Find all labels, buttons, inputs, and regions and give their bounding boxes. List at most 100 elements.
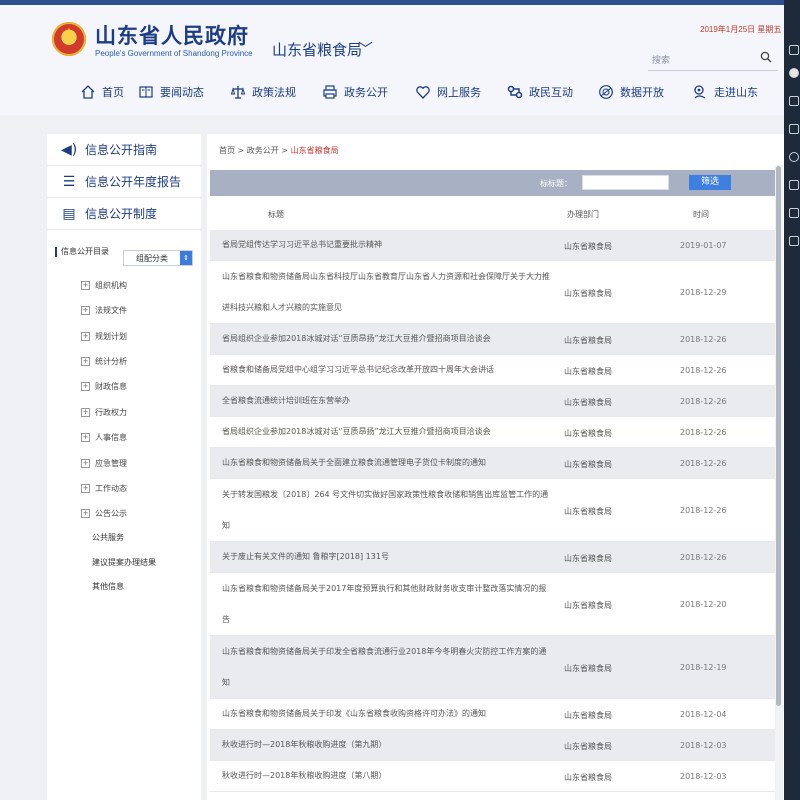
table-row[interactable]: 关于转发国粮发〔2018〕264 号文件切实做好国家政策性粮食收储和销售出库监管… [210,479,780,542]
row-title[interactable]: 省局组织企业参加2018冰城对话“豆质昂扬”龙江大豆推介暨招商项目洽谈会 [222,417,552,447]
expand-plus-icon[interactable]: + [81,357,90,366]
row-title[interactable]: 山东省粮食和物资储备局山东省科技厅山东省教育厅山东省人力资源和社会保障厅关于大力… [222,261,552,323]
row-dept: 山东省粮食局 [564,773,612,782]
tree-label: 应急管理 [95,459,127,468]
table-row[interactable]: 全省粮食流通统计培训班在东营举办 山东省粮食局 2018-12-26 [210,386,780,417]
row-dept: 山东省粮食局 [564,554,612,563]
expand-plus-icon[interactable]: + [81,408,90,417]
table-row[interactable]: 省局组织企业参加2018冰城对话“豆质昂扬”龙江大豆推介暨招商项目洽谈会 山东省… [210,324,780,355]
chevron-down-icon[interactable]: ﹀ [358,38,373,59]
tree-item[interactable]: + 法规文件 [81,305,127,316]
tree-item[interactable]: + 人事信息 [81,432,127,443]
row-title[interactable]: 秋收进行时—2018年秋粮收购进度（第九期） [222,730,552,760]
sidebar-system-item[interactable]: ▤ 信息公开制度 [47,198,201,230]
nav-item-public[interactable]: 政务公开 [322,82,388,102]
table-row[interactable]: 山东省粮食和物资储备局关于2017年度预算执行和其他财政财务收支审计整改落实情况… [210,573,780,636]
tree-leaf[interactable]: 公共服务 [92,532,124,543]
row-title[interactable]: 省局党组传达学习习近平总书记重要批示精神 [222,230,552,260]
tree-item[interactable]: + 规划计划 [81,331,127,342]
search-icon[interactable] [760,51,772,63]
row-title[interactable]: 省局组织企业参加2018冰城对话“豆质昂扬”龙江大豆推介暨招商项目洽谈会 [222,324,552,354]
home-icon [81,85,95,99]
tree-item[interactable]: + 统计分析 [81,356,127,367]
nav-item-data[interactable]: 数据开放 [598,82,664,102]
toolbar-icon[interactable] [789,96,799,106]
toolbar-icon[interactable] [789,68,799,78]
expand-plus-icon[interactable]: + [81,484,90,493]
breadcrumb-path[interactable]: 首页 > 政务公开 > [219,146,291,155]
toolbar-icon[interactable] [789,208,799,218]
tree-item[interactable]: + 应急管理 [81,458,127,469]
nav-label: 首页 [102,86,124,99]
nav-item-home[interactable]: 首页 [80,82,124,102]
filter-button[interactable]: 筛选 [689,175,731,190]
expand-plus-icon[interactable]: + [81,433,90,442]
expand-plus-icon[interactable]: + [81,382,90,391]
row-time: 2018-12-26 [680,335,727,344]
tree-item[interactable]: + 组织机构 [81,280,127,291]
nav-item-interaction[interactable]: 政民互动 [507,82,573,102]
table-row[interactable]: 省粮食和储备局党组中心组学习习近平总书记纪念改革开放四十周年大会讲话 山东省粮食… [210,355,780,386]
row-dept: 山东省粮食局 [564,664,612,673]
sidebar-guide-item[interactable]: ◀) 信息公开指南 [47,134,201,166]
catalog-category-select[interactable]: 组配分类 ⇕ [123,250,193,266]
breadcrumb-current: 山东省粮食局 [290,146,339,155]
search-underline [648,70,778,71]
toolbar-icon[interactable] [789,124,799,134]
tree-leaf[interactable]: 建议提案办理结果 [92,557,156,568]
tree-item[interactable]: + 行政权力 [81,407,127,418]
scale-icon [230,86,246,99]
search-input[interactable]: 搜索 [652,53,670,66]
nav-label: 政民互动 [529,86,573,99]
tree-item[interactable]: + 工作动态 [81,483,127,494]
row-title[interactable]: 秋收进行时—2018年秋粮收购进度（第八期） [222,761,552,791]
table-row[interactable]: 关于废止有关文件的通知 鲁粮字[2018] 131号 山东省粮食局 2018-1… [210,542,780,573]
row-time: 2018-12-26 [680,459,727,468]
nav-item-about[interactable]: 走进山东 [692,82,758,102]
nav-label: 政策法规 [252,86,296,99]
nav-item-service[interactable]: 网上服务 [415,82,481,102]
toolbar-icon[interactable] [789,180,799,190]
toolbar-icon[interactable] [789,152,799,162]
row-time: 2018-12-19 [680,663,727,672]
tree-leaf[interactable]: 其他信息 [92,581,124,592]
title-filter-input[interactable] [582,175,669,190]
nav-item-news[interactable]: 要闻动态 [138,82,204,102]
table-row[interactable]: 山东省粮食和物资储备局山东省科技厅山东省教育厅山东省人力资源和社会保障厅关于大力… [210,261,780,324]
table-row[interactable]: 秋收进行时—2018年秋粮收购进度（第八期） 山东省粮食局 2018-12-03 [210,761,780,792]
tree-item[interactable]: + 公告公示 [81,508,127,519]
row-title[interactable]: 山东省粮食和物资储备局关于全面建立粮食流通管理电子货位卡制度的通知 [222,448,552,478]
column-header-time: 时间 [693,210,709,219]
date-display: 2019年1月25日 星期五 [700,25,782,34]
scrollbar-thumb[interactable] [776,166,781,706]
expand-plus-icon[interactable]: + [81,509,90,518]
row-title[interactable]: 山东省粮食和物资储备局关于印发《山东省粮食收购资格许可办法》的通知 [222,699,552,729]
department-selector[interactable]: 山东省粮食局 [272,39,362,60]
row-title[interactable]: 关于转发国粮发〔2018〕264 号文件切实做好国家政策性粮食收储和销售出库监管… [222,479,552,541]
tree-label: 法规文件 [95,306,127,315]
table-row[interactable]: 山东省粮食和物资储备局关于全面建立粮食流通管理电子货位卡制度的通知 山东省粮食局… [210,448,780,479]
table-row[interactable]: 山东省粮食和物资储备局关于印发全省粮食流通行业2018年今冬明春火灾防控工作方案… [210,636,780,699]
site-title[interactable]: 山东省人民政府 [95,20,249,50]
table-row[interactable]: 省局组织企业参加2018冰城对话“豆质昂扬”龙江大豆推介暨招商项目洽谈会 山东省… [210,417,780,448]
nav-item-policy[interactable]: 政策法规 [230,82,296,102]
sidebar-annual-report-item[interactable]: ☰ 信息公开年度报告 [47,166,201,198]
tree-label: 财政信息 [95,382,127,391]
toolbar-icon[interactable] [789,236,799,246]
table-row[interactable]: 省局党组传达学习习近平总书记重要批示精神 山东省粮食局 2019-01-07 [210,230,780,261]
expand-plus-icon[interactable]: + [81,306,90,315]
row-title[interactable]: 关于废止有关文件的通知 鲁粮字[2018] 131号 [222,542,552,572]
row-title[interactable]: 省粮食和储备局党组中心组学习习近平总书记纪念改革开放四十周年大会讲话 [222,355,552,385]
table-row[interactable]: 秋收进行时—2018年秋粮收购进度（第九期） 山东省粮食局 2018-12-03 [210,730,780,761]
toolbar-icon[interactable] [789,45,799,55]
expand-plus-icon[interactable]: + [81,459,90,468]
expand-plus-icon[interactable]: + [81,332,90,341]
row-title[interactable]: 山东省粮食和物资储备局关于2017年度预算执行和其他财政财务收支审计整改落实情况… [222,573,552,635]
row-title[interactable]: 全省粮食流通统计培训班在东营举办 [222,386,552,416]
row-dept: 山东省粮食局 [564,742,612,751]
expand-plus-icon[interactable]: + [81,281,90,290]
tree-item[interactable]: + 财政信息 [81,381,127,392]
table-row[interactable]: 山东省粮食和物资储备局关于印发《山东省粮食收购资格许可办法》的通知 山东省粮食局… [210,699,780,730]
select-arrow-icon[interactable]: ⇕ [180,251,192,265]
row-title[interactable]: 山东省粮食和物资储备局关于印发全省粮食流通行业2018年今冬明春火灾防控工作方案… [222,636,552,698]
